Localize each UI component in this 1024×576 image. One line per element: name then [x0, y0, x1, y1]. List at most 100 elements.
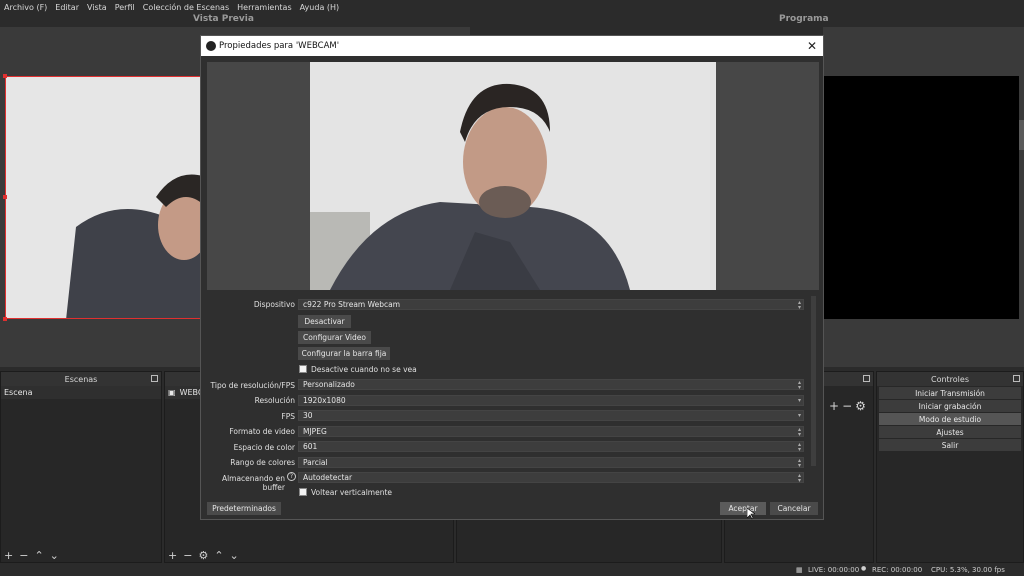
- add-icon[interactable]: +: [829, 399, 839, 413]
- configure-bar-button[interactable]: Configurar la barra fija: [298, 347, 390, 360]
- resolution-value: 1920x1080: [303, 396, 346, 405]
- resize-handle[interactable]: [3, 317, 7, 321]
- menu-profile[interactable]: Perfil: [115, 3, 135, 12]
- menu-file[interactable]: Archivo (F): [4, 3, 47, 12]
- menu-help[interactable]: Ayuda (H): [300, 3, 340, 12]
- updown-icon: ▴ ▾: [797, 457, 801, 469]
- start-recording-button[interactable]: Iniciar grabación: [879, 400, 1021, 412]
- scenes-title: Escenas: [64, 374, 98, 384]
- dialog-title: Propiedades para 'WEBCAM': [219, 41, 340, 51]
- configure-video-button[interactable]: Configurar Video: [298, 331, 371, 344]
- cancel-button[interactable]: Cancelar: [770, 502, 818, 515]
- properties-dialog: Propiedades para 'WEBCAM' ✕ Dispositivo …: [200, 35, 824, 520]
- menu-view[interactable]: Vista: [87, 3, 107, 12]
- device-select[interactable]: c922 Pro Stream Webcam ▴ ▾: [298, 299, 804, 311]
- webcam-image: [6, 77, 204, 318]
- buffer-value: Autodetectar: [303, 473, 353, 482]
- scene-item-label: Escena: [4, 388, 33, 397]
- res-type-value: Personalizado: [303, 380, 355, 389]
- menu-bar: Archivo (F) Editar Vista Perfil Colecció…: [0, 0, 1024, 14]
- chevron-up-icon[interactable]: ⌃: [34, 549, 43, 562]
- webcam-preview: [310, 62, 716, 290]
- deactivate-hidden-label: Desactive cuando no se vea: [311, 365, 417, 374]
- menu-scene-collection[interactable]: Colección de Escenas: [143, 3, 229, 12]
- undock-icon[interactable]: [863, 375, 870, 382]
- status-bar: ▦ LIVE: 00:00:00 ● REC: 00:00:00 CPU: 5.…: [0, 563, 1024, 576]
- dialog-titlebar[interactable]: Propiedades para 'WEBCAM' ✕: [201, 36, 823, 56]
- updown-icon: ▴ ▾: [797, 299, 801, 311]
- defaults-button[interactable]: Predeterminados: [207, 502, 281, 515]
- cursor-icon: [747, 508, 755, 520]
- settings-button[interactable]: Ajustes: [879, 426, 1021, 438]
- resize-handle[interactable]: [3, 74, 7, 78]
- dialog-preview: [207, 62, 819, 290]
- undock-icon[interactable]: [1013, 375, 1020, 382]
- chevron-down-icon[interactable]: ⌄: [50, 549, 59, 562]
- scenes-header: Escenas: [1, 372, 161, 386]
- remove-icon[interactable]: −: [842, 399, 852, 413]
- menu-tools[interactable]: Herramientas: [237, 3, 292, 12]
- accept-button[interactable]: Aceptar: [720, 502, 766, 515]
- fps-select[interactable]: 30 ▾: [298, 410, 804, 421]
- program-output: [823, 76, 1019, 319]
- device-label: Dispositivo: [253, 300, 295, 309]
- controls-dock: Controles Iniciar Transmisión Iniciar gr…: [876, 371, 1024, 563]
- camera-icon: ▣: [168, 388, 176, 397]
- menu-edit[interactable]: Editar: [55, 3, 79, 12]
- scenes-dock: Escenas Escena + − ⌃ ⌄: [0, 371, 162, 563]
- chevron-down-icon: ▾: [797, 412, 801, 419]
- remove-icon[interactable]: −: [19, 549, 28, 562]
- res-type-select[interactable]: Personalizado ▴ ▾: [298, 379, 804, 391]
- transitions-toolbar: + − ⚙: [829, 399, 866, 413]
- resolution-select[interactable]: 1920x1080 ▾: [298, 395, 804, 406]
- flip-vertical-checkbox[interactable]: [299, 488, 307, 496]
- flip-vertical-label: Voltear verticalmente: [311, 488, 393, 497]
- scenes-toolbar: + − ⌃ ⌄: [1, 548, 161, 562]
- resize-handle[interactable]: [3, 195, 7, 199]
- device-value: c922 Pro Stream Webcam: [303, 300, 401, 309]
- remove-icon[interactable]: −: [183, 549, 192, 562]
- fps-value: 30: [303, 411, 313, 420]
- preview-webcam-source[interactable]: [5, 76, 205, 319]
- updown-icon: ▴ ▾: [797, 472, 801, 484]
- color-space-value: 601: [303, 442, 318, 451]
- buffer-label: Almacenando en buffer: [221, 474, 285, 492]
- rec-dot-icon: ●: [861, 565, 867, 572]
- gear-icon[interactable]: ⚙: [855, 399, 866, 413]
- color-range-label: Rango de colores: [230, 458, 295, 467]
- rec-status: REC: 00:00:00: [872, 566, 923, 574]
- form-scrollbar[interactable]: [811, 296, 816, 466]
- color-range-select[interactable]: Parcial ▴ ▾: [298, 457, 804, 469]
- buffer-select[interactable]: Autodetectar ▴ ▾: [298, 472, 804, 484]
- video-format-label: Formato de video: [229, 427, 295, 436]
- sources-toolbar: + − ⚙ ⌃ ⌄: [165, 548, 453, 562]
- add-icon[interactable]: +: [4, 549, 13, 562]
- close-icon[interactable]: ✕: [807, 39, 817, 53]
- controls-title: Controles: [930, 374, 969, 384]
- undock-icon[interactable]: [151, 375, 158, 382]
- chevron-up-icon[interactable]: ⌃: [214, 549, 223, 562]
- start-streaming-button[interactable]: Iniciar Transmisión: [879, 387, 1021, 399]
- resolution-label: Resolución: [254, 396, 295, 405]
- live-status: LIVE: 00:00:00: [808, 566, 860, 574]
- program-title: Programa: [779, 14, 829, 24]
- fps-label: FPS: [281, 412, 295, 421]
- video-format-select[interactable]: MJPEG ▴ ▾: [298, 426, 804, 438]
- help-icon[interactable]: ?: [287, 472, 296, 481]
- webcam-image: [310, 62, 716, 290]
- deactivate-button[interactable]: Desactivar: [298, 315, 351, 328]
- deactivate-hidden-checkbox[interactable]: [299, 365, 307, 373]
- color-range-value: Parcial: [303, 458, 328, 467]
- add-icon[interactable]: +: [168, 549, 177, 562]
- exit-button[interactable]: Salir: [879, 439, 1021, 451]
- controls-header: Controles: [877, 372, 1023, 386]
- program-scrollbar[interactable]: [1019, 120, 1024, 150]
- cpu-status: CPU: 5.3%, 30.00 fps: [931, 566, 1005, 574]
- studio-mode-button[interactable]: Modo de estudio: [879, 413, 1021, 425]
- color-space-select[interactable]: 601 ▴ ▾: [298, 441, 804, 453]
- signal-icon: ▦: [796, 566, 803, 574]
- chevron-down-icon[interactable]: ⌄: [230, 549, 239, 562]
- gear-icon[interactable]: ⚙: [198, 549, 208, 562]
- scene-item[interactable]: Escena: [1, 386, 161, 399]
- color-space-label: Espacio de color: [233, 443, 295, 452]
